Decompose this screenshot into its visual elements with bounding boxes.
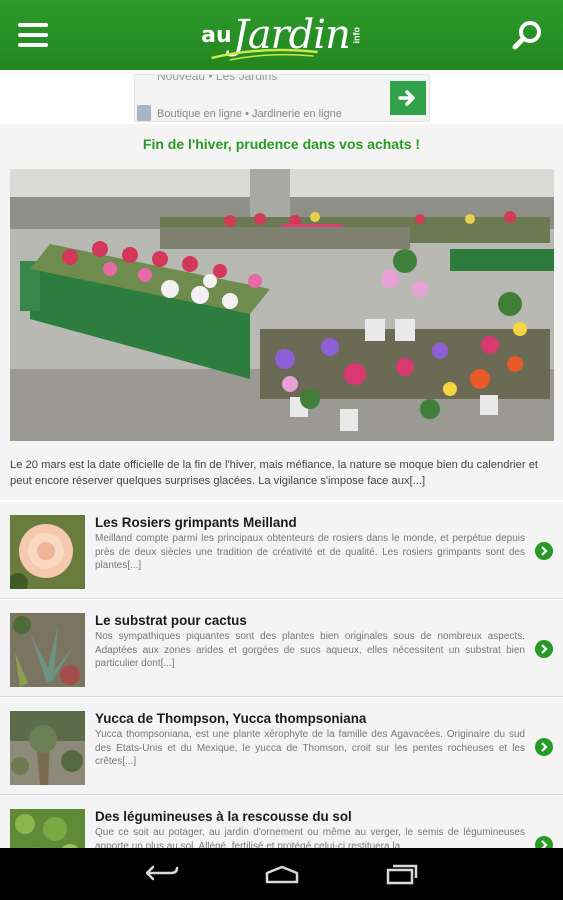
featured-image[interactable] bbox=[10, 169, 554, 441]
ad-arrow-button[interactable] bbox=[390, 81, 426, 115]
article-title: Yucca de Thompson, Yucca thompsoniana bbox=[95, 711, 367, 726]
article-excerpt: Nos sympathiques piquantes sont des plan… bbox=[95, 631, 525, 669]
article-title: Les Rosiers grimpants Meilland bbox=[95, 515, 297, 530]
app-bar: au Jardin info bbox=[0, 0, 563, 70]
ad-subline: Boutique en ligne • Jardinerie en ligne bbox=[157, 108, 342, 120]
logo-info-text: info bbox=[351, 26, 362, 44]
recent-apps-icon[interactable] bbox=[383, 859, 421, 889]
home-icon[interactable] bbox=[263, 859, 301, 889]
garden-center-photo bbox=[10, 169, 554, 441]
chevron-right-icon[interactable] bbox=[535, 640, 553, 658]
system-nav-bar bbox=[0, 848, 563, 900]
article-excerpt: Meilland compte parmi les principaux obt… bbox=[95, 533, 525, 571]
article-list: Les Rosiers grimpants Meilland Meilland … bbox=[0, 502, 563, 894]
list-item[interactable]: Yucca de Thompson, Yucca thompsoniana Yu… bbox=[0, 698, 563, 795]
featured-title[interactable]: Fin de l'hiver, prudence dans vos achats… bbox=[0, 136, 563, 152]
article-thumbnail bbox=[10, 613, 85, 687]
search-icon[interactable] bbox=[511, 18, 545, 52]
article-title: Le substrat pour cactus bbox=[95, 613, 247, 628]
featured-article[interactable]: Fin de l'hiver, prudence dans vos achats… bbox=[0, 124, 563, 500]
logo-swoosh-icon bbox=[210, 48, 318, 61]
logo[interactable]: au Jardin info bbox=[201, 6, 362, 64]
arrow-right-icon bbox=[398, 90, 415, 106]
chevron-right-icon[interactable] bbox=[535, 542, 553, 560]
featured-excerpt: Le 20 mars est la date officielle de la … bbox=[10, 459, 539, 487]
ad-box[interactable]: Nouveau • Les Jardins Boutique en ligne … bbox=[134, 74, 430, 122]
back-icon[interactable] bbox=[143, 859, 181, 889]
article-excerpt: Yucca thompsoniana, est une plante xérop… bbox=[95, 729, 525, 767]
menu-icon[interactable] bbox=[18, 23, 48, 47]
list-item[interactable]: Les Rosiers grimpants Meilland Meilland … bbox=[0, 502, 563, 599]
article-title: Des légumineuses à la rescousse du sol bbox=[95, 809, 352, 824]
list-item[interactable]: Le substrat pour cactus Nos sympathiques… bbox=[0, 600, 563, 697]
ad-logo-icon bbox=[137, 105, 151, 121]
ad-banner: Nouveau • Les Jardins Boutique en ligne … bbox=[0, 70, 563, 124]
article-thumbnail bbox=[10, 711, 85, 785]
ad-headline: Nouveau • Les Jardins bbox=[157, 74, 278, 83]
chevron-right-icon[interactable] bbox=[535, 738, 553, 756]
logo-au-text: au bbox=[201, 22, 232, 48]
article-thumbnail bbox=[10, 515, 85, 589]
